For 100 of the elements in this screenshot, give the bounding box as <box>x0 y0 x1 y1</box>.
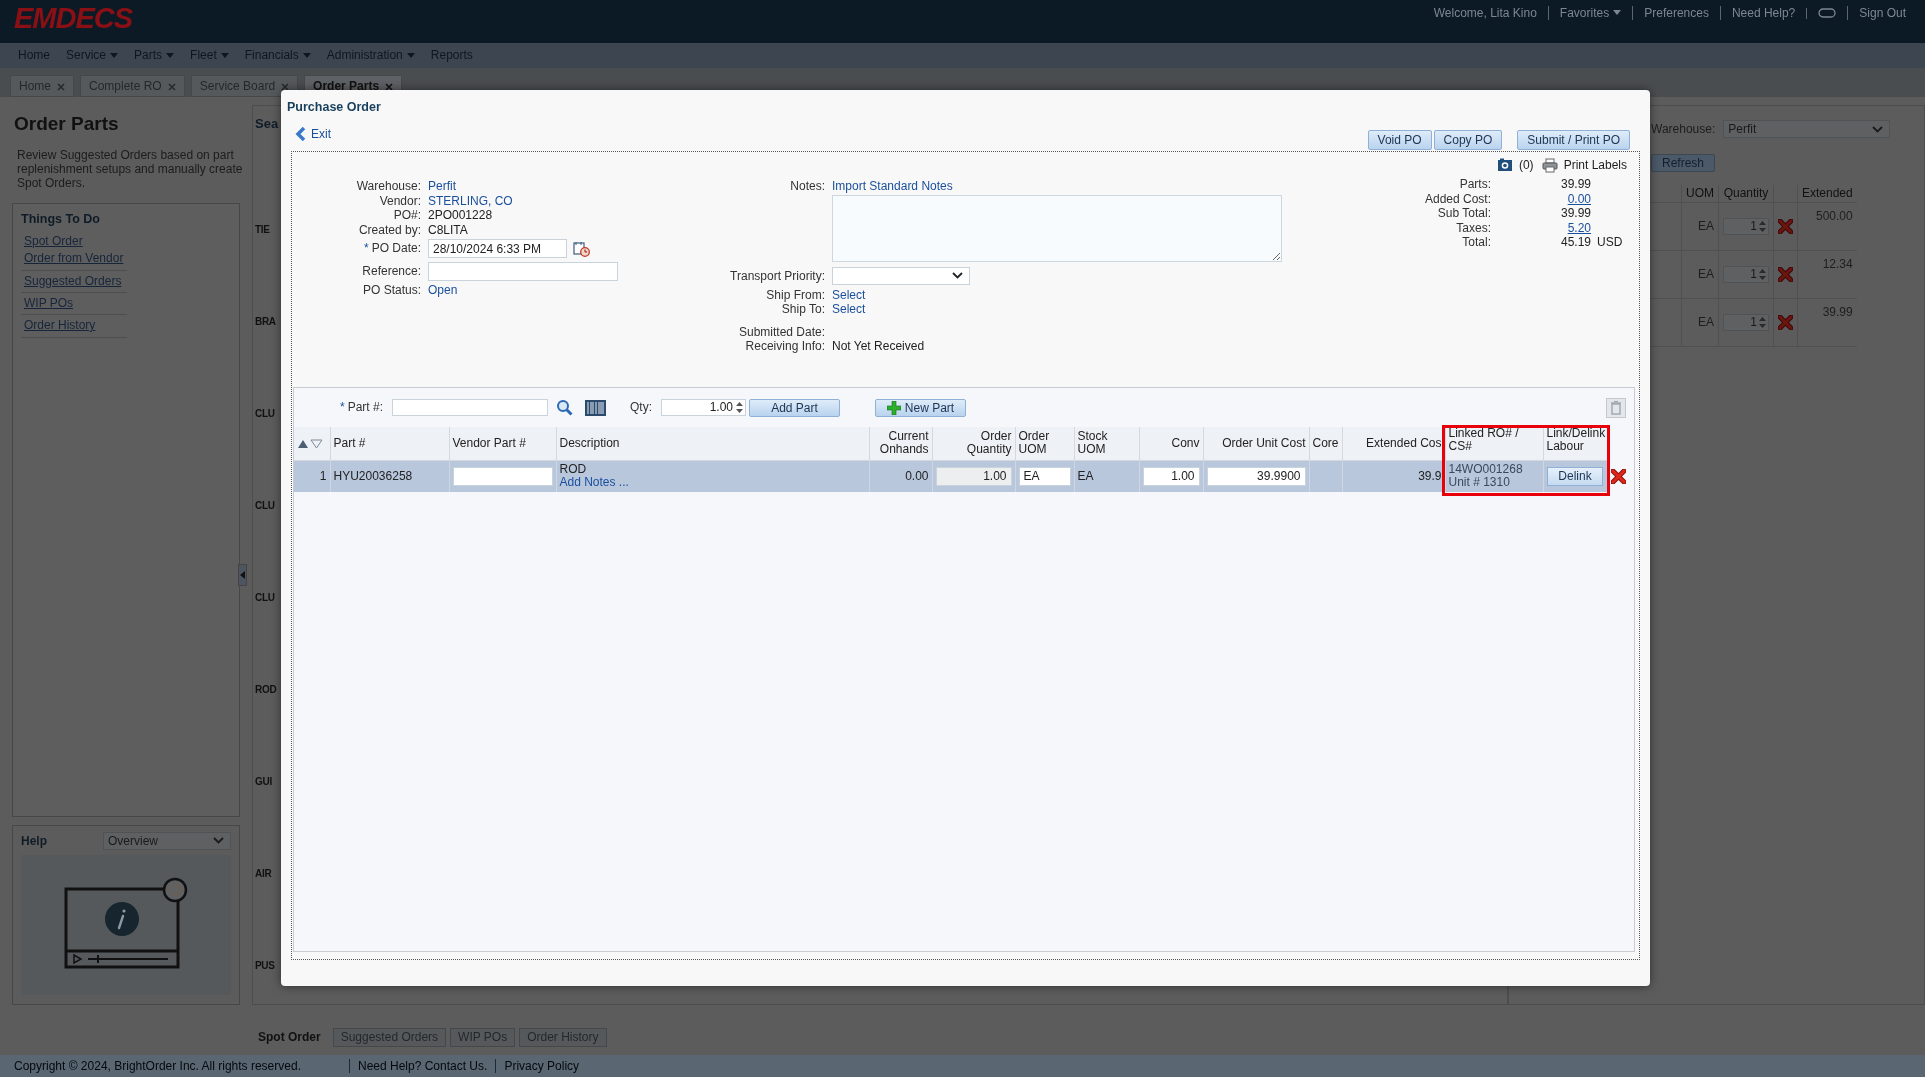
close-icon[interactable] <box>385 82 394 91</box>
add-notes-link[interactable]: Add Notes ... <box>559 476 866 490</box>
field-value: 2PO001228 <box>428 208 494 223</box>
part-number-field[interactable] <box>392 399 548 416</box>
column-header: Vendor Part # <box>449 427 556 460</box>
total-label: Total: <box>1461 235 1491 250</box>
footer-link[interactable]: Need Help? Contact Us. <box>348 1058 488 1074</box>
table-cell: 500.00 <box>1816 208 1853 223</box>
chat-icon[interactable] <box>1818 7 1837 19</box>
new-part-button[interactable]: New Part <box>875 398 966 417</box>
bottom-tab[interactable]: Spot Order <box>250 1027 329 1047</box>
sort-arrows-icon[interactable] <box>297 438 323 449</box>
total-label: Parts: <box>1458 177 1491 192</box>
field-link[interactable]: Import Standard Notes <box>832 179 953 194</box>
attachments-link[interactable]: (0) <box>1518 157 1534 173</box>
favorites-menu[interactable]: Favorites <box>1547 5 1633 21</box>
header-link[interactable]: Preferences <box>1632 5 1720 21</box>
vendor-part-field[interactable] <box>452 466 553 486</box>
reference-field[interactable] <box>428 262 618 281</box>
total-value: 39.99 <box>1559 177 1591 192</box>
field-label: Ship From: <box>765 287 825 302</box>
field-label: Part #: <box>347 400 383 415</box>
delink-button[interactable]: Delink <box>1547 466 1603 486</box>
column-header: Quantity <box>1718 185 1774 203</box>
chevron-down-icon <box>1872 125 1884 133</box>
column-header: Linked RO# / CS# <box>1445 427 1543 460</box>
collapse-handle[interactable] <box>238 564 247 586</box>
field-link[interactable]: STERLING, CO <box>428 193 513 208</box>
required-mark: * <box>363 241 369 256</box>
priority-select[interactable] <box>832 266 970 285</box>
table-cell: 39.9 <box>1418 468 1442 483</box>
quantity-field[interactable]: 1.00 <box>661 399 746 416</box>
footer-link[interactable]: Privacy Policy <box>495 1058 580 1074</box>
column-header: Order UOM <box>1015 427 1074 460</box>
row-label: PUS <box>255 959 275 971</box>
field-label: Vendor: <box>378 193 421 208</box>
search-icon[interactable] <box>556 399 573 416</box>
page-title: Order Parts <box>14 113 120 136</box>
table-cell: EA <box>1698 315 1714 330</box>
field-label: Submitted Date: <box>737 324 825 339</box>
field-link[interactable]: Select <box>832 287 866 302</box>
header-link[interactable]: Need Help? <box>1719 5 1807 21</box>
action-button[interactable]: Void PO <box>1367 130 1432 150</box>
printer-icon[interactable] <box>1541 157 1558 173</box>
field-link[interactable]: Select <box>832 302 866 317</box>
table-cell-text: ROD <box>559 463 588 477</box>
topic-select[interactable]: Overview <box>103 831 231 850</box>
column-header: Conv <box>1139 427 1203 460</box>
column-header: Current Onhands <box>869 427 932 460</box>
action-button[interactable]: Copy PO <box>1433 130 1503 150</box>
conversion-field[interactable]: 1.00 <box>1142 466 1200 486</box>
trash-icon[interactable] <box>1606 397 1626 418</box>
quantity-field[interactable]: 1 <box>1723 265 1769 283</box>
field-link[interactable]: Open <box>428 283 458 298</box>
column-header: Part # <box>330 427 449 460</box>
table-cell: HYU20036258 <box>333 468 413 483</box>
field-label: Warehouse: <box>1651 121 1716 137</box>
uom-field[interactable]: EA <box>1018 466 1071 486</box>
back-chevron-icon[interactable] <box>295 127 306 142</box>
field-label: Warehouse: <box>355 179 421 194</box>
delete-icon[interactable] <box>1610 468 1626 484</box>
dialog-title: Purchase Order <box>287 100 382 115</box>
close-icon[interactable] <box>281 82 290 91</box>
total-link[interactable]: 0.00 <box>1491 191 1591 206</box>
table-cell: 39.99 <box>1822 304 1853 319</box>
total-link[interactable]: 5.20 <box>1491 220 1591 235</box>
warehouse-select[interactable]: Perfit <box>1723 120 1891 138</box>
camera-icon[interactable] <box>1496 158 1513 172</box>
field-label: Receiving Info: <box>744 339 825 354</box>
field-label: Qty: <box>630 400 652 415</box>
column-header: Stock UOM <box>1074 427 1139 460</box>
action-button[interactable]: Submit / Print PO <box>1517 130 1630 150</box>
barcode-icon[interactable] <box>585 399 606 416</box>
column-header: Extended Cos <box>1342 427 1445 460</box>
field-label: Created by: <box>357 222 421 237</box>
column-header: Core <box>1309 427 1342 460</box>
menu-label: Favorites <box>1559 5 1610 21</box>
field-link[interactable]: Perfit <box>428 179 456 194</box>
notes-field[interactable] <box>832 194 1282 262</box>
table-cell: EA <box>1698 267 1714 282</box>
unit-cost-field[interactable]: 39.9900 <box>1206 466 1306 486</box>
spinner-arrows-icon[interactable] <box>736 401 743 414</box>
header-link[interactable]: Sign Out <box>1847 5 1917 21</box>
caret-icon <box>110 53 119 58</box>
collapse-arrow-icon[interactable] <box>240 571 245 579</box>
table-cell: 0.00 <box>905 468 929 483</box>
calendar-clock-icon[interactable] <box>573 240 590 257</box>
total-value: 45.19 <box>1559 235 1591 250</box>
quantity-field[interactable]: 1 <box>1723 313 1769 331</box>
required-mark: * <box>339 400 345 415</box>
column-header: Order Quantity <box>932 427 1015 460</box>
print-labels-link[interactable]: Print Labels <box>1563 157 1627 173</box>
caret-icon <box>166 53 175 58</box>
column-header: UOM <box>1681 185 1719 203</box>
quantity-field[interactable]: 1 <box>1723 217 1769 235</box>
exit-link[interactable]: Exit <box>295 127 331 142</box>
date-field[interactable]: 28/10/2024 6:33 PM <box>428 239 567 258</box>
table-cell: Unit # 1310 <box>1448 475 1510 490</box>
caret-icon <box>302 53 311 58</box>
add-part-button[interactable]: Add Part <box>749 398 840 417</box>
